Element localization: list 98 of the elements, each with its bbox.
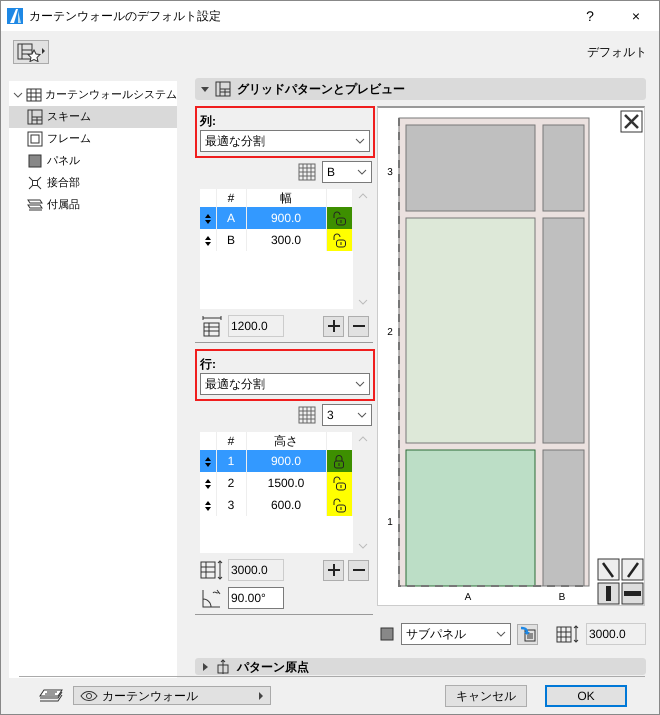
scroll-up-icon <box>358 436 368 442</box>
chevron-down-icon <box>357 410 367 420</box>
triangle-right-icon <box>201 662 209 670</box>
chevron-down-icon <box>357 167 367 177</box>
group-label: 列: <box>200 113 217 130</box>
triangle-right-icon <box>258 692 264 700</box>
tree-item[interactable]: カーテンウォールシステム <box>9 84 177 106</box>
diagonal-view-icon[interactable] <box>598 558 620 580</box>
panel-icon <box>27 153 43 169</box>
app-logo-icon <box>7 8 23 24</box>
row-label: 1 <box>387 517 393 528</box>
diagonal-view-icon[interactable] <box>622 558 644 580</box>
table-row[interactable]: 3 600.0 <box>200 494 352 516</box>
angle-field[interactable]: 90.00° <box>228 587 284 609</box>
frame-icon <box>27 131 43 147</box>
plus-icon <box>328 320 340 332</box>
row-view-icon[interactable] <box>622 582 644 604</box>
cancel-button[interactable]: キャンセル <box>445 684 527 706</box>
scroll-down-icon <box>358 543 368 549</box>
unlocked-icon[interactable] <box>331 476 348 492</box>
row-label: 3 <box>387 167 393 178</box>
table-cell: 300.0 <box>246 229 326 251</box>
grid-icon <box>298 163 316 181</box>
default-label: デフォルト <box>587 44 647 61</box>
tree-item[interactable]: パネル <box>9 150 177 172</box>
section-header[interactable]: パターン原点 <box>195 658 646 675</box>
ok-button[interactable]: OK <box>545 684 627 706</box>
triangle-down-icon <box>201 85 209 93</box>
chevron-down-icon <box>355 379 365 389</box>
table-cell: 600.0 <box>246 494 326 516</box>
help-button[interactable]: ? <box>567 6 613 26</box>
sort-handle-icon <box>204 478 212 490</box>
table-cell: 900.0 <box>246 450 326 472</box>
add-button[interactable] <box>323 560 344 580</box>
column-label: A <box>464 592 472 603</box>
sort-handle-icon <box>204 234 212 247</box>
grid-icon <box>26 87 42 103</box>
grid-icon <box>215 81 231 97</box>
unlocked-icon[interactable] <box>331 232 348 249</box>
sort-handle-icon <box>204 456 212 468</box>
dropdown[interactable]: 最適な分割 <box>200 373 370 395</box>
chevron-down-icon <box>496 629 506 639</box>
count-dropdown[interactable]: 3 <box>322 404 372 426</box>
close-button[interactable]: × <box>613 6 659 26</box>
column-view-icon[interactable] <box>598 582 620 604</box>
accessory-icon <box>27 197 43 213</box>
section-header[interactable]: グリッドパターンとプレビュー <box>195 78 646 100</box>
add-button[interactable] <box>323 316 344 336</box>
chevron-down-icon <box>355 136 365 146</box>
height-field[interactable]: 3000.0 <box>586 623 646 645</box>
table-cell: 1500.0 <box>246 472 326 494</box>
remove-button[interactable] <box>348 560 369 580</box>
tree-item[interactable]: 付属品 <box>9 194 177 216</box>
section-title: グリッドパターンとプレビュー <box>237 81 405 98</box>
dropdown[interactable]: 最適な分割 <box>200 130 370 152</box>
subpanel-dropdown[interactable]: サブパネル <box>401 623 511 645</box>
origin-icon <box>215 658 231 674</box>
table-row[interactable]: B 300.0 <box>200 229 352 251</box>
eye-icon <box>80 690 98 702</box>
remove-button[interactable] <box>348 316 369 336</box>
close-preview-icon[interactable] <box>620 110 642 132</box>
section-title: パターン原点 <box>237 658 309 676</box>
count-dropdown[interactable]: B <box>322 161 372 183</box>
tree-item[interactable]: フレーム <box>9 128 177 150</box>
sort-handle-icon <box>204 212 212 225</box>
panel-icon <box>379 626 395 642</box>
window-title: カーテンウォールのデフォルト設定 <box>29 8 222 25</box>
total-field[interactable]: 1200.0 <box>228 315 284 337</box>
import-icon <box>520 626 536 642</box>
table-cell: A <box>216 207 246 229</box>
tree-item[interactable]: 接合部 <box>9 172 177 194</box>
layers-icon <box>39 688 63 704</box>
table-cell: 3 <box>216 494 246 516</box>
table-cell: 1 <box>216 450 246 472</box>
plus-icon <box>328 564 340 576</box>
layer-dropdown[interactable]: カーテンウォール <box>73 686 271 705</box>
grid-height-icon <box>556 624 580 644</box>
joint-icon <box>27 175 43 191</box>
apply-button[interactable] <box>517 624 538 644</box>
group-label: 行: <box>200 356 217 373</box>
height-icon <box>200 559 224 581</box>
table-row[interactable]: 2 1500.0 <box>200 472 352 494</box>
total-field[interactable]: 3000.0 <box>228 559 284 581</box>
favorites-button[interactable] <box>13 40 49 64</box>
table-cell: 900.0 <box>246 207 326 229</box>
scheme-icon <box>27 109 43 125</box>
row-label: 2 <box>387 327 393 338</box>
width-icon <box>200 315 224 337</box>
scroll-up-icon <box>358 193 368 199</box>
grid-icon <box>298 406 316 424</box>
scroll-down-icon <box>358 299 368 305</box>
sort-handle-icon <box>204 500 212 512</box>
table-cell: B <box>216 229 246 251</box>
chevron-down-icon <box>13 90 23 100</box>
table-cell: 2 <box>216 472 246 494</box>
column-label: B <box>558 592 566 603</box>
unlocked-icon[interactable] <box>331 498 348 514</box>
tree-item[interactable]: スキーム <box>9 106 177 128</box>
